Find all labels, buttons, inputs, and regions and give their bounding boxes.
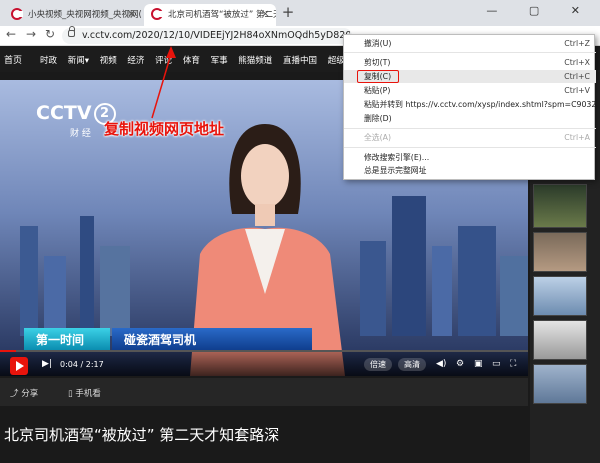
fullscreen-icon[interactable]: ⛶ [510,359,516,369]
mobile-view-button[interactable]: ▯ 手机看 [68,387,101,399]
forward-icon[interactable]: → [26,27,36,41]
menu-item-paste[interactable]: 粘贴(P) Ctrl+V [344,84,596,97]
widescreen-icon[interactable]: ▭ [492,359,501,369]
tab-title: 小央视频_央视网视频_央视网(cct [28,10,142,20]
cctv-favicon-icon [151,8,163,20]
time-readout: 0:04 / 2:17 [60,360,104,369]
nav-item[interactable]: 时政 [40,56,57,66]
menu-item-show-full-url[interactable]: 总是显示完整网址 [344,164,596,177]
nav-item[interactable]: 视频 [100,56,117,66]
lock-icon [68,26,75,37]
related-thumb[interactable] [533,364,587,404]
menu-item-delete[interactable]: 删除(D) [344,112,596,125]
volume-icon[interactable]: ◀) [436,359,446,369]
share-button[interactable]: ⤴ 分享 [10,387,38,399]
close-tab-icon[interactable]: × [261,7,270,20]
next-icon[interactable]: ▶| [42,359,52,369]
menu-separator [344,147,596,148]
menu-item-paste-and-go[interactable]: 粘贴并转到 https://v.cctv.com/xysp/index.shtm… [344,98,596,111]
related-thumb[interactable] [533,276,587,316]
tab-cctv-video[interactable]: 小央视频_央视网视频_央视网(cct × [4,4,142,26]
close-tab-icon[interactable]: × [127,7,136,20]
nav-item[interactable]: 评论 [155,56,172,66]
quality-button[interactable]: 高清 [398,358,426,371]
nav-item[interactable]: 体育 [183,56,200,66]
progress-fill [0,350,16,352]
related-thumb[interactable] [533,184,587,228]
tab-news-video[interactable]: 北京司机酒驾“被放过” 第二天 × [144,4,276,26]
menu-item-select-all: 全选(A) Ctrl+A [364,133,590,142]
nav-home[interactable]: 首页 [4,53,22,66]
video-headline: 北京司机酒驾“被放过” 第二天才知套路深 [4,426,280,444]
lower-third: 第一时间 碰瓷酒驾司机 [24,328,324,350]
play-icon[interactable] [10,357,32,375]
menu-separator [344,52,596,53]
new-tab-button[interactable]: + [280,5,296,21]
related-thumb[interactable] [533,320,587,360]
menu-item-undo[interactable]: 撤消(U) Ctrl+Z [344,37,596,50]
screenshot-root: 小央视频_央视网视频_央视网(cct × 北京司机酒驾“被放过” 第二天 × +… [0,0,600,463]
settings-icon[interactable]: ⚙ [456,359,464,369]
channel-subtitle: 财 经 [70,129,91,139]
tab-strip: 小央视频_央视网视频_央视网(cct × 北京司机酒驾“被放过” 第二天 × +… [0,0,600,26]
copy-url-annotation: 复制视频网页地址 [104,120,225,138]
url-text[interactable]: v.cctv.com/2020/12/10/VIDEEjYJ2H84oXNmOQ… [82,30,350,41]
cctv-favicon-icon [11,8,23,20]
progress-bar[interactable] [0,350,528,352]
reload-icon[interactable]: ↻ [45,27,55,41]
speed-button[interactable]: 倍速 [364,358,392,371]
menu-item-edit-search-engines[interactable]: 修改搜索引擎(E)... [344,151,596,164]
nav-item[interactable]: 熊猫频道 [238,56,272,66]
back-icon[interactable]: ← [6,27,16,41]
address-bar[interactable]: v.cctv.com/2020/12/10/VIDEEjYJ2H84oXNmOQ… [62,26,352,44]
context-menu: 撤消(U) Ctrl+Z 剪切(T) Ctrl+X 复制(C) Ctrl+C 粘贴(P… [343,34,596,180]
share-row: ⤴ 分享 ▯ 手机看 [0,378,528,406]
nav-item[interactable]: 军事 [211,56,228,66]
program-name: 第一时间 [24,328,110,350]
nav-items: 时政 新闻▾ 视频 经济 评论 体育 军事 熊猫频道 直播中国 超级... [40,54,353,66]
menu-separator [344,128,596,129]
menu-item-cut[interactable]: 剪切(T) Ctrl+X [344,56,596,69]
nav-item[interactable]: 直播中国 [283,56,317,66]
nav-item[interactable]: 经济 [127,56,144,66]
window-controls[interactable]: — ▢ ✕ [486,4,594,17]
related-thumb[interactable] [533,232,587,272]
copy-highlight-box [357,70,399,83]
nav-item[interactable]: 新闻▾ [68,56,89,66]
story-title: 碰瓷酒驾司机 [112,328,312,350]
pip-icon[interactable]: ▣ [474,359,483,369]
